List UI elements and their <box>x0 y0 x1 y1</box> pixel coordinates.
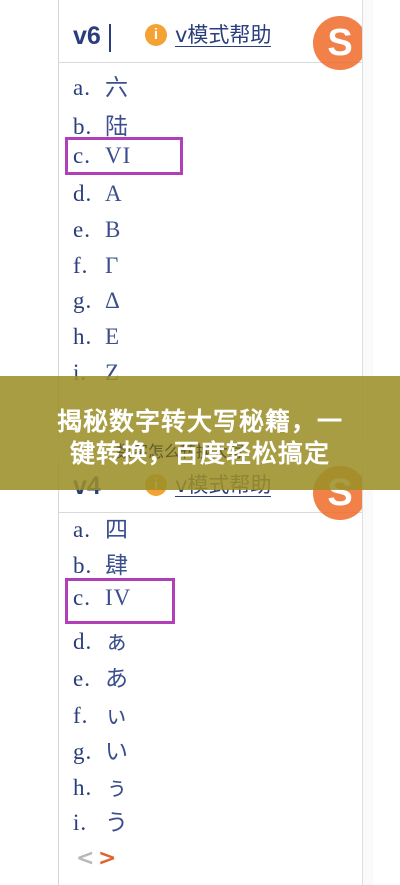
prev-page-button[interactable]: < <box>76 846 94 871</box>
ime-candidate-panel-top: v6 i v模式帮助 S a. 六 b. 陆 c. VI d. Α e. Β f. Γ g.… <box>58 0 371 440</box>
next-page-button[interactable]: > <box>98 846 116 871</box>
candidate-word: ぁ <box>105 629 129 654</box>
candidate-word: Δ <box>105 288 121 313</box>
background-window-edge <box>362 0 373 440</box>
candidate-index: h. <box>73 324 93 349</box>
candidate-item[interactable]: h. ぅ <box>73 768 129 802</box>
candidate-word: Γ <box>105 253 120 278</box>
candidate-word: あ <box>105 666 129 691</box>
candidate-item[interactable]: g. い <box>73 732 129 766</box>
text-caret <box>109 24 111 52</box>
candidate-index: a. <box>73 75 91 100</box>
candidate-word: Β <box>105 217 122 242</box>
candidate-index: f. <box>73 703 89 728</box>
headline-line: 揭秘数字转大写秘籍，一 <box>56 407 343 436</box>
candidate-item[interactable]: b. 陆 <box>73 107 129 141</box>
candidate-index: f. <box>73 253 89 278</box>
candidate-item[interactable]: d. ぁ <box>73 622 129 656</box>
candidate-item[interactable]: a. 四 <box>73 510 129 544</box>
sogou-logo-icon: S <box>313 16 367 70</box>
candidate-word: Ε <box>105 324 121 349</box>
candidate-word: う <box>105 810 129 835</box>
candidate-index: c. <box>73 585 91 610</box>
candidate-word: ぃ <box>105 703 129 728</box>
candidate-item[interactable]: g. Δ <box>73 288 121 314</box>
candidate-item[interactable]: d. Α <box>73 181 123 207</box>
candidate-index: d. <box>73 181 93 206</box>
headline-line: 键转换，百度轻松搞定 <box>69 439 330 468</box>
candidate-word: 肆 <box>105 553 129 578</box>
candidate-word: 四 <box>105 517 129 542</box>
candidate-index: g. <box>73 288 93 313</box>
ime-input-text[interactable]: v6 <box>73 22 101 51</box>
candidate-item[interactable]: i. う <box>73 803 129 837</box>
candidate-item[interactable]: f. ぃ <box>73 696 129 730</box>
candidate-item[interactable]: b. 肆 <box>73 546 129 580</box>
candidate-word: ぅ <box>105 775 129 800</box>
candidate-index: e. <box>73 217 91 242</box>
candidate-item[interactable]: a. 六 <box>73 68 129 102</box>
candidate-item[interactable]: h. Ε <box>73 324 120 350</box>
candidate-index: a. <box>73 517 91 542</box>
candidate-item[interactable]: c. VI <box>73 143 131 169</box>
candidate-word: 六 <box>105 75 129 100</box>
candidate-item[interactable]: e. Β <box>73 217 121 243</box>
candidate-word: IV <box>105 585 132 610</box>
ime-candidate-panel-bottom: v4 i v模式帮助 S a.四 b.肆 c.IV d.ぁ e.あ f.ぃ g.… <box>58 460 371 885</box>
candidate-word: VI <box>105 143 132 168</box>
candidate-item[interactable]: c. IV <box>73 585 131 611</box>
info-icon[interactable]: i <box>145 24 167 46</box>
candidate-index: e. <box>73 666 91 691</box>
candidate-index: i. <box>73 810 88 835</box>
candidate-index: h. <box>73 775 93 800</box>
candidate-index: d. <box>73 629 93 654</box>
candidate-index: b. <box>73 553 93 578</box>
candidate-item[interactable]: e. あ <box>73 659 129 693</box>
candidate-index: c. <box>73 143 91 168</box>
candidate-word: 陆 <box>105 114 129 139</box>
headline-text: 揭秘数字转大写秘籍，一 键转换，百度轻松搞定 <box>0 406 400 470</box>
candidate-word: い <box>105 739 129 764</box>
candidate-word: Α <box>105 181 123 206</box>
candidate-item[interactable]: f. Γ <box>73 253 119 279</box>
candidate-index: g. <box>73 739 93 764</box>
background-window-edge <box>362 460 373 885</box>
ime-input-row: v6 i v模式帮助 S <box>59 10 371 70</box>
v-mode-help-link[interactable]: v模式帮助 <box>175 24 272 47</box>
